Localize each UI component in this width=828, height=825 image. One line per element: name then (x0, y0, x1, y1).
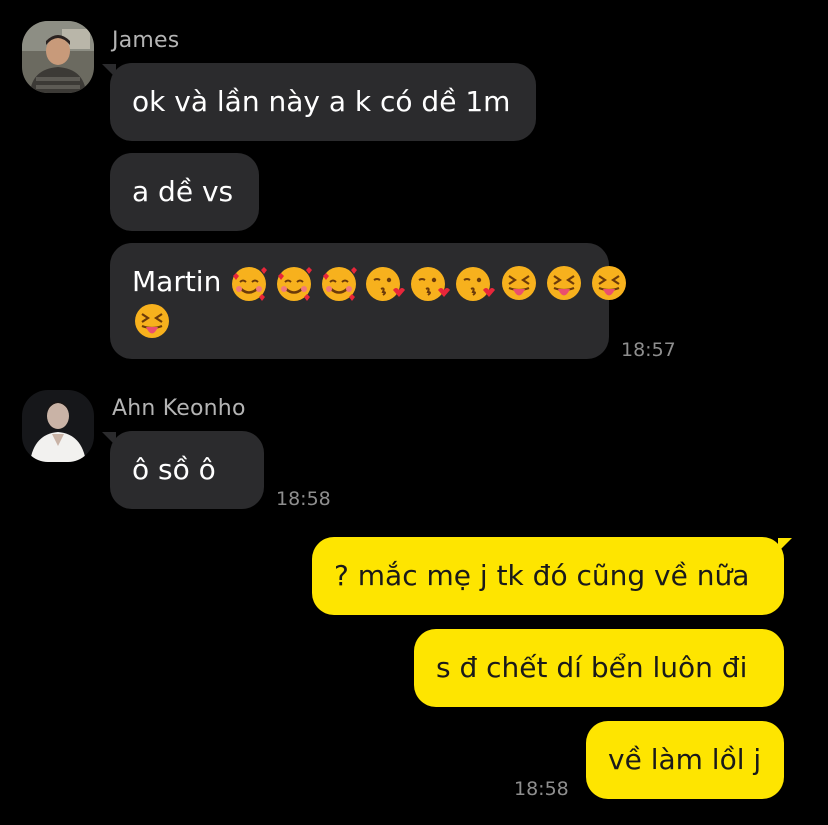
face-blowing-kiss-icon (456, 267, 495, 301)
message-timestamp: 18:58 (276, 488, 331, 510)
smiling-face-with-hearts-icon (232, 267, 267, 301)
emoji-row (228, 262, 630, 304)
squinting-face-with-tongue-icon (592, 266, 626, 300)
message-timestamp: 18:57 (621, 339, 676, 361)
squinting-face-with-tongue-icon (135, 304, 169, 338)
incoming-message-bubble[interactable]: ok và lần này a k có dề 1m (110, 63, 536, 141)
sender-name-ahn-keonho: Ahn Keonho (112, 396, 246, 421)
avatar-james[interactable] (22, 21, 94, 93)
face-blowing-kiss-icon (411, 267, 450, 301)
face-blowing-kiss-icon (366, 267, 405, 301)
outgoing-message-bubble[interactable]: s đ chết dí bển luôn đi (414, 629, 784, 707)
smiling-face-with-hearts-icon (322, 267, 357, 301)
squinting-face-with-tongue-icon (547, 266, 581, 300)
incoming-message-bubble[interactable]: a dề vs (110, 153, 259, 231)
outgoing-message-bubble[interactable]: về làm lồl j (586, 721, 784, 799)
squinting-face-with-tongue-icon (502, 266, 536, 300)
smiling-face-with-hearts-icon (277, 267, 312, 301)
incoming-message-bubble[interactable]: ô sồ ô (110, 431, 264, 509)
message-text: Martin (132, 265, 222, 298)
avatar-ahn-keonho[interactable] (22, 390, 94, 462)
message-timestamp: 18:58 (514, 778, 569, 800)
outgoing-message-bubble[interactable]: ? mắc mẹ j tk đó cũng về nữa (312, 537, 784, 615)
sender-name-james: James (112, 28, 180, 53)
